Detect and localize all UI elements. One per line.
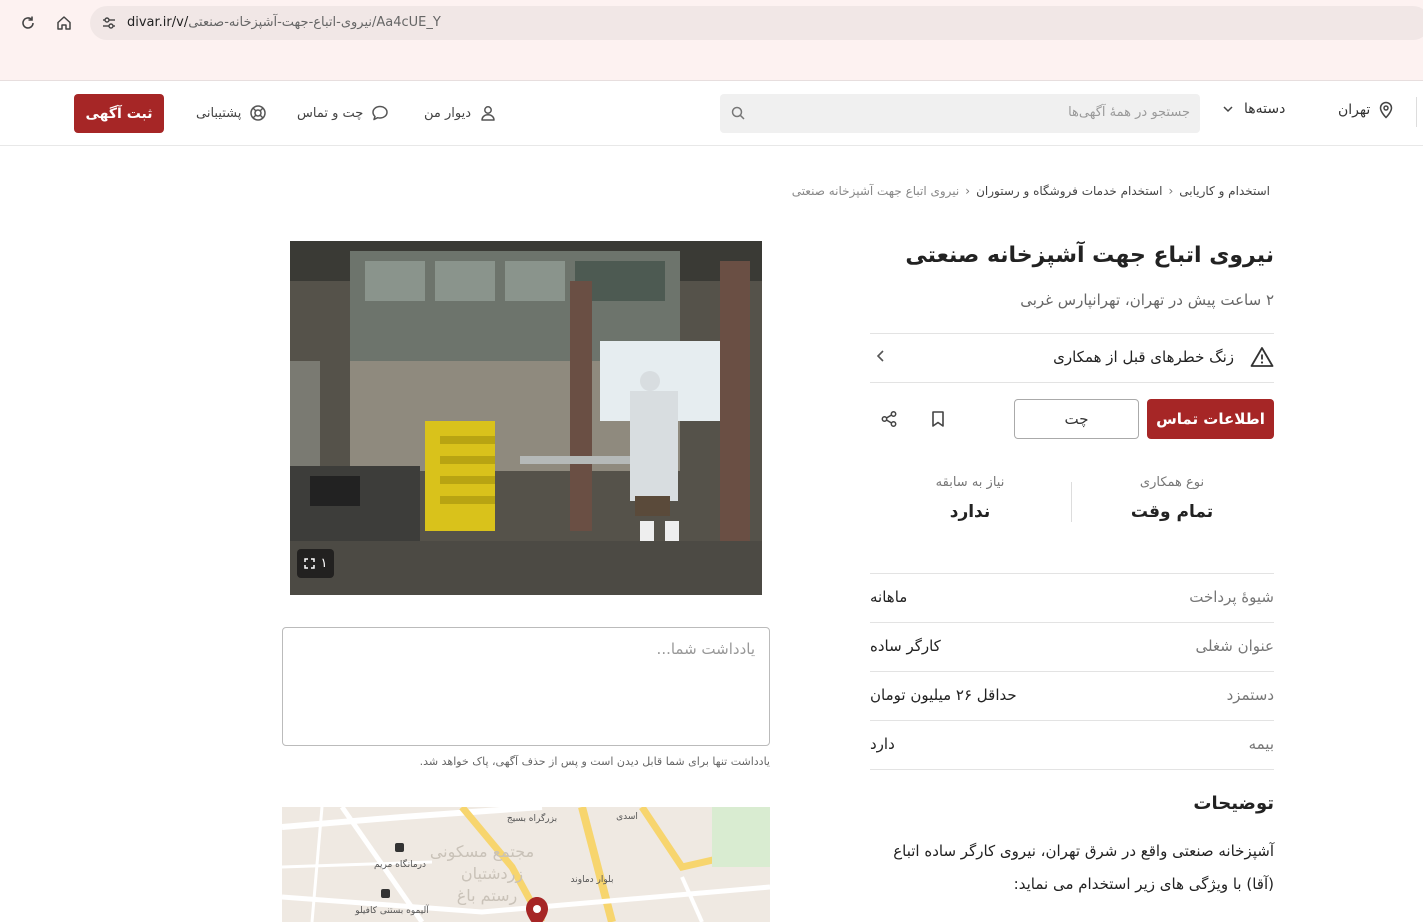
search-box[interactable]: جستجو در همهٔ آگهی‌ها bbox=[720, 94, 1200, 133]
note-textarea[interactable] bbox=[282, 627, 770, 746]
support-label: پشتیبانی bbox=[196, 105, 242, 121]
warning-triangle-icon bbox=[1250, 347, 1274, 367]
map-label: مجتمع مسکونی bbox=[430, 842, 534, 862]
chat-link[interactable]: چت و تماس bbox=[297, 101, 389, 125]
attribute-row: بیمه دارد bbox=[870, 721, 1274, 770]
map-label: درمانگاه مریم bbox=[374, 858, 426, 870]
bus-stop-icon bbox=[395, 843, 404, 852]
search-placeholder: جستجو در همهٔ آگهی‌ها bbox=[1068, 105, 1190, 120]
description-title: توضیحات bbox=[1193, 793, 1274, 814]
categories-label: دسته‌ها bbox=[1244, 101, 1286, 117]
stat-cooperation-type: نوع همکاری تمام وقت bbox=[1072, 475, 1272, 522]
bookmark-icon[interactable] bbox=[927, 408, 949, 430]
warning-row[interactable]: زنگ خطرهای قبل از همکاری bbox=[870, 334, 1274, 382]
breadcrumb-item[interactable]: استخدام و کاریابی bbox=[1179, 184, 1270, 198]
stat-label: نوع همکاری bbox=[1139, 475, 1205, 490]
bus-stop-icon bbox=[381, 889, 390, 898]
site-header: ثبت آگهی پشتیبانی چت و تماس دیوار من جست… bbox=[0, 81, 1423, 146]
ad-title: نیروی اتباع جهت آشپزخانه صنعتی bbox=[905, 243, 1274, 268]
stat-divider bbox=[1071, 482, 1072, 522]
share-icon[interactable] bbox=[878, 408, 900, 430]
photo-counter-value: ۱ bbox=[320, 556, 328, 571]
support-icon bbox=[250, 105, 267, 121]
attribute-row: شیوهٔ پرداخت ماهانه bbox=[870, 574, 1274, 623]
map-label: اسدی bbox=[616, 812, 638, 822]
user-icon bbox=[481, 106, 495, 121]
chat-label: چت و تماس bbox=[297, 105, 364, 121]
attribute-label: شیوهٔ پرداخت bbox=[1189, 588, 1274, 606]
note-hint: یادداشت تنها برای شما قابل دیدن است و پس… bbox=[419, 755, 770, 768]
stat-label: نیاز به سابقه bbox=[935, 475, 1005, 490]
map-label: بلوار دماوند bbox=[571, 875, 614, 885]
my-divar-label: دیوار من bbox=[424, 105, 472, 121]
breadcrumb-separator-icon: ‹ bbox=[1168, 184, 1174, 198]
photo-counter[interactable]: ۱ bbox=[297, 549, 334, 578]
browser-toolbar: divar.ir/v/نیروی-اتباع-جهت-آشپزخانه-صنعت… bbox=[0, 0, 1423, 81]
kitchen-photo-illustration bbox=[290, 241, 762, 595]
city-selector[interactable]: تهران bbox=[1338, 101, 1394, 119]
description-line: (آقا) با ویژگی های زیر استخدام می نماید: bbox=[1013, 875, 1274, 893]
stat-experience: نیاز به سابقه ندارد bbox=[870, 475, 1070, 522]
breadcrumb-separator-icon: ‹ bbox=[965, 184, 971, 198]
warning-label: زنگ خطرهای قبل از همکاری bbox=[1053, 348, 1234, 366]
site-settings-icon[interactable] bbox=[98, 12, 120, 34]
stat-value: ندارد bbox=[949, 502, 991, 522]
post-ad-button[interactable]: ثبت آگهی bbox=[74, 94, 164, 133]
attribute-value: دارد bbox=[870, 735, 895, 753]
contact-info-button[interactable]: اطلاعات تماس bbox=[1147, 399, 1274, 439]
attribute-label: دستمزد bbox=[1226, 686, 1274, 704]
map-label: آلیموه بستنی کافیلو bbox=[354, 904, 429, 916]
attribute-label: بیمه bbox=[1248, 735, 1274, 753]
divider bbox=[870, 769, 1274, 770]
description-line: آشپزخانه صنعتی واقع در شرق تهران، نیروی … bbox=[893, 842, 1274, 860]
url-path: نیروی-اتباع-جهت-آشپزخانه-صنعتی/Aa4cUE_Y bbox=[188, 15, 441, 30]
city-label: تهران bbox=[1338, 102, 1371, 118]
attribute-value: کارگر ساده bbox=[870, 637, 941, 655]
url-domain: divar.ir/v/ bbox=[127, 15, 189, 30]
breadcrumb-current: نیروی اتباع جهت آشپزخانه صنعتی bbox=[791, 184, 960, 198]
location-map[interactable]: مجتمع مسکونی زردشتیان رستم باغ درمانگاه … bbox=[282, 807, 770, 922]
ad-subtitle: ۲ ساعت پیش در تهران، تهرانپارس غربی bbox=[1020, 291, 1274, 309]
ad-photo[interactable] bbox=[290, 241, 762, 595]
attribute-value: ماهانه bbox=[870, 588, 908, 606]
support-link[interactable]: پشتیبانی bbox=[196, 101, 267, 125]
attribute-row: دستمزد حداقل ۲۶ میلیون تومان bbox=[870, 672, 1274, 721]
my-divar-link[interactable]: دیوار من bbox=[424, 101, 497, 125]
attribute-value: حداقل ۲۶ میلیون تومان bbox=[870, 686, 1017, 704]
categories-dropdown[interactable]: دسته‌ها bbox=[1222, 101, 1285, 117]
description-body: آشپزخانه صنعتی واقع در شرق تهران، نیروی … bbox=[870, 835, 1274, 901]
chevron-left-icon bbox=[876, 350, 884, 362]
chat-bubble-icon bbox=[372, 105, 389, 121]
reload-icon[interactable] bbox=[17, 12, 39, 34]
map-label: زردشتیان bbox=[461, 864, 523, 884]
breadcrumb-item[interactable]: استخدام خدمات فروشگاه و رستوران bbox=[976, 184, 1162, 198]
url-text[interactable]: divar.ir/v/نیروی-اتباع-جهت-آشپزخانه-صنعت… bbox=[127, 15, 441, 30]
attribute-label: عنوان شغلی bbox=[1195, 637, 1274, 655]
home-icon[interactable] bbox=[53, 12, 75, 34]
divider bbox=[870, 382, 1274, 383]
stat-value: تمام وقت bbox=[1130, 502, 1214, 522]
map-label: رستم باغ bbox=[457, 886, 518, 906]
attribute-row: عنوان شغلی کارگر ساده bbox=[870, 623, 1274, 672]
map-label: بزرگراه بسیج bbox=[507, 812, 557, 824]
search-icon bbox=[731, 106, 745, 120]
breadcrumb: استخدام و کاریابی ‹ استخدام خدمات فروشگا… bbox=[792, 184, 1270, 198]
location-pin-icon bbox=[1379, 101, 1393, 119]
fullscreen-icon bbox=[303, 558, 315, 569]
nav-divider bbox=[1416, 97, 1417, 127]
chevron-down-icon bbox=[1223, 106, 1233, 113]
chat-button[interactable]: چت bbox=[1014, 399, 1139, 439]
address-bar[interactable]: divar.ir/v/نیروی-اتباع-جهت-آشپزخانه-صنعت… bbox=[90, 6, 1423, 40]
map-illustration: مجتمع مسکونی زردشتیان رستم باغ درمانگاه … bbox=[282, 807, 770, 922]
